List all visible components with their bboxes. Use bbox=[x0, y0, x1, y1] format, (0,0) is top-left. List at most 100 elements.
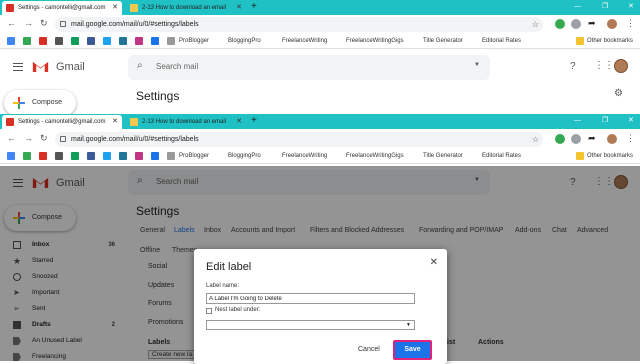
instagram-icon[interactable] bbox=[135, 37, 143, 45]
other-bookmarks[interactable]: Other bookmarks bbox=[587, 37, 633, 45]
reload-icon[interactable]: ↻ bbox=[40, 133, 48, 144]
address-bar[interactable]: mail.google.com/mail/u/0/#settings/label… bbox=[55, 17, 543, 32]
close-tab-icon[interactable]: ✕ bbox=[236, 115, 242, 129]
label-name-caption: Label name: bbox=[206, 283, 240, 289]
close-tab-icon[interactable]: ✕ bbox=[112, 115, 118, 129]
search-bar[interactable]: ⌕ Search mail ▼ bbox=[128, 55, 490, 80]
settings-title: Settings bbox=[136, 89, 180, 103]
bookmark-star-icon[interactable]: ☆ bbox=[532, 132, 539, 147]
bookmark-link[interactable]: FreelanceWriting bbox=[282, 37, 327, 45]
apps-icon[interactable] bbox=[7, 37, 15, 45]
lock-icon bbox=[60, 136, 66, 142]
profile-avatar[interactable] bbox=[607, 19, 617, 29]
bookmark-icon[interactable] bbox=[55, 152, 63, 160]
browser-toolbar-top: ← → ↻ mail.google.com/mail/u/0/#settings… bbox=[0, 15, 640, 34]
extension-icon[interactable] bbox=[571, 134, 581, 144]
dialog-title: Edit label bbox=[206, 261, 252, 273]
address-bar[interactable]: mail.google.com/mail/u/0/#settings/label… bbox=[55, 132, 543, 147]
gmail-wordmark: Gmail bbox=[56, 61, 85, 73]
nest-label-checkbox[interactable] bbox=[206, 308, 212, 314]
bookmark-link[interactable]: FreelanceWriting bbox=[282, 152, 327, 160]
parent-label-select[interactable]: ▼ bbox=[206, 320, 415, 330]
back-icon[interactable]: ← bbox=[7, 133, 16, 143]
bookmark-link[interactable]: Title Generator bbox=[423, 152, 463, 160]
forward-icon[interactable]: → bbox=[24, 133, 33, 143]
cancel-button[interactable]: Cancel bbox=[358, 346, 380, 353]
browser-tabstrip-top: Settings - camontelli@gmail.com ✕ 2-13 H… bbox=[0, 0, 640, 15]
bookmark-icon[interactable] bbox=[55, 37, 63, 45]
extension-icon[interactable] bbox=[571, 19, 581, 29]
close-icon[interactable]: ✕ bbox=[430, 257, 438, 268]
menu-dots-icon[interactable]: ⋮ bbox=[626, 133, 635, 144]
share-icon[interactable]: ➦ bbox=[588, 133, 596, 144]
save-button[interactable]: Save bbox=[393, 340, 432, 360]
main-menu-icon[interactable] bbox=[13, 63, 23, 71]
extension-icon[interactable] bbox=[555, 19, 565, 29]
restore-icon[interactable]: ❐ bbox=[602, 114, 608, 128]
share-icon[interactable]: ➦ bbox=[588, 18, 596, 29]
bookmark-icon[interactable] bbox=[167, 152, 175, 160]
bookmark-link[interactable]: FreelanceWritingGigs bbox=[346, 152, 404, 160]
restore-icon[interactable]: ❐ bbox=[602, 0, 608, 14]
browser-tabstrip-bottom: Settings - camontelli@gmail.com ✕ 2-13 H… bbox=[0, 114, 640, 129]
bookmark-icon[interactable] bbox=[71, 37, 79, 45]
bookmark-link[interactable]: BloggingPro bbox=[228, 37, 261, 45]
bookmark-icon[interactable] bbox=[167, 37, 175, 45]
help-icon[interactable]: ? bbox=[570, 61, 576, 72]
wordpress-icon[interactable] bbox=[119, 152, 127, 160]
facebook-icon[interactable] bbox=[87, 152, 95, 160]
label-name-input[interactable] bbox=[206, 293, 415, 304]
compose-button[interactable]: Compose bbox=[4, 90, 76, 116]
back-icon[interactable]: ← bbox=[7, 18, 16, 28]
reload-icon[interactable]: ↻ bbox=[40, 18, 48, 29]
account-avatar[interactable] bbox=[614, 59, 628, 73]
twitter-icon[interactable] bbox=[103, 37, 111, 45]
instagram-icon[interactable] bbox=[135, 152, 143, 160]
bookmark-icon[interactable] bbox=[151, 152, 159, 160]
bookmark-star-icon[interactable]: ☆ bbox=[532, 17, 539, 32]
search-icon[interactable]: ⌕ bbox=[137, 60, 143, 71]
drive-icon[interactable] bbox=[23, 152, 31, 160]
bookmark-link[interactable]: ProBlogger bbox=[179, 152, 209, 160]
settings-gear-icon[interactable]: ⚙ bbox=[614, 88, 623, 99]
minimize-icon[interactable]: — bbox=[574, 114, 581, 128]
wordpress-icon[interactable] bbox=[119, 37, 127, 45]
bookmark-link[interactable]: ProBlogger bbox=[179, 37, 209, 45]
bookmark-icon[interactable] bbox=[39, 152, 47, 160]
bookmark-link[interactable]: BloggingPro bbox=[228, 152, 261, 160]
forward-icon[interactable]: → bbox=[24, 18, 33, 28]
close-window-icon[interactable]: ✕ bbox=[628, 114, 634, 128]
folder-icon bbox=[576, 37, 584, 45]
bookmark-link[interactable]: Editorial Rates bbox=[482, 37, 521, 45]
other-bookmarks[interactable]: Other bookmarks bbox=[587, 152, 633, 160]
facebook-icon[interactable] bbox=[87, 37, 95, 45]
browser-tab-settings[interactable]: Settings - camontelli@gmail.com ✕ bbox=[2, 1, 122, 15]
minimize-icon[interactable]: — bbox=[574, 0, 581, 14]
new-tab-icon[interactable]: + bbox=[251, 115, 257, 127]
close-tab-icon[interactable]: ✕ bbox=[112, 1, 118, 15]
browser-tab-settings[interactable]: Settings - camontelli@gmail.com ✕ bbox=[2, 115, 122, 129]
profile-avatar[interactable] bbox=[607, 134, 617, 144]
bookmark-icon[interactable] bbox=[39, 37, 47, 45]
apps-icon[interactable] bbox=[7, 152, 15, 160]
bookmark-link[interactable]: Title Generator bbox=[423, 37, 463, 45]
bookmark-link[interactable]: FreelanceWritingGigs bbox=[346, 37, 404, 45]
bookmark-link[interactable]: Editorial Rates bbox=[482, 152, 521, 160]
gmail-favicon-icon bbox=[6, 4, 14, 12]
nest-label-caption: Nest label under: bbox=[215, 307, 261, 313]
bookmark-icon[interactable] bbox=[151, 37, 159, 45]
folder-icon bbox=[576, 152, 584, 160]
search-options-icon[interactable]: ▼ bbox=[474, 62, 480, 68]
apps-grid-icon[interactable]: ⋮⋮ bbox=[594, 60, 614, 71]
browser-tab-article[interactable]: 2-13 How to download an email ✕ bbox=[126, 1, 246, 15]
extension-icon[interactable] bbox=[555, 134, 565, 144]
bookmark-icon[interactable] bbox=[71, 152, 79, 160]
new-tab-icon[interactable]: + bbox=[251, 1, 257, 13]
close-tab-icon[interactable]: ✕ bbox=[236, 1, 242, 15]
drive-icon[interactable] bbox=[23, 37, 31, 45]
close-window-icon[interactable]: ✕ bbox=[628, 0, 634, 14]
menu-dots-icon[interactable]: ⋮ bbox=[626, 18, 635, 29]
browser-tab-article[interactable]: 2-13 How to download an email ✕ bbox=[126, 115, 246, 129]
bookmarks-bar-top: ProBlogger BloggingPro FreelanceWriting … bbox=[0, 34, 640, 49]
twitter-icon[interactable] bbox=[103, 152, 111, 160]
